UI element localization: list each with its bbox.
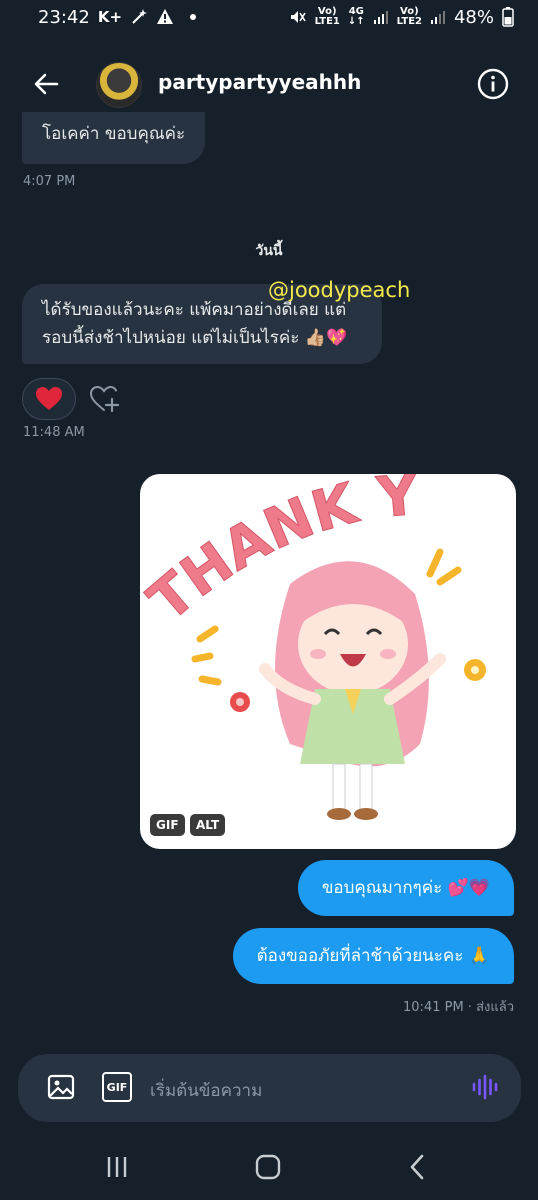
notification-dot-icon xyxy=(190,14,197,20)
info-icon[interactable] xyxy=(476,67,510,101)
gif-badge: GIF xyxy=(150,814,185,836)
received-message-line: รอบนี้ส่งช้าไปหน่อย แต่ไม่เป็นไรค่ะ 👍🏼💖 xyxy=(42,328,348,348)
home-icon[interactable] xyxy=(255,1154,281,1180)
back-nav-icon[interactable] xyxy=(405,1154,431,1180)
recent-apps-icon[interactable] xyxy=(104,1154,130,1180)
sent-message-text: ต้องขออภัยที่ล่าช้าด้วยนะคะ 🙏 xyxy=(256,946,490,966)
message-timestamp: 4:07 PM xyxy=(23,174,76,189)
signal-2-icon xyxy=(430,11,445,24)
received-message-bubble[interactable]: โอเคค่า ขอบคุณค่ะ xyxy=(22,112,206,164)
battery-icon xyxy=(502,7,514,27)
watermark-text: @joodypeach xyxy=(268,278,411,302)
sent-message-text: ขอบคุณมากๆค่ะ 💕💗 xyxy=(321,878,490,898)
system-navigation-bar xyxy=(0,1140,538,1200)
thank-you-sticker-image: THANK YOU xyxy=(140,474,486,820)
net-bottom: ↓↑ xyxy=(347,16,365,27)
wand-icon xyxy=(132,9,148,24)
warning-icon xyxy=(157,9,174,24)
heart-plus-icon[interactable] xyxy=(88,383,120,415)
avatar[interactable] xyxy=(96,62,142,108)
gif-button[interactable]: GIF xyxy=(102,1072,132,1102)
received-message-text: โอเคค่า ขอบคุณค่ะ xyxy=(42,124,186,144)
message-input[interactable]: เริ่มต้นข้อความ xyxy=(150,1077,262,1104)
battery-percent: 48% xyxy=(453,6,494,28)
sent-timestamp: 10:41 PM · ส่งแล้ว xyxy=(403,1000,514,1015)
carrier-icon: K+ xyxy=(97,8,123,26)
alt-badge[interactable]: ALT xyxy=(190,814,226,836)
lte2-bottom: LTE2 xyxy=(396,16,422,27)
lte1-indicator: Vo) LTE1 xyxy=(315,7,340,27)
conversation-username[interactable]: partypartyyeahhh xyxy=(158,70,361,94)
day-separator: วันนี้ xyxy=(255,243,283,259)
heart-icon xyxy=(36,387,62,410)
status-time: 23:42 xyxy=(38,6,90,28)
network-indicator: 4G ↓↑ xyxy=(348,7,365,27)
sent-message-bubble[interactable]: ขอบคุณมากๆค่ะ 💕💗 xyxy=(297,860,514,916)
gif-message[interactable]: THANK YOU xyxy=(140,474,516,849)
reaction-heart[interactable] xyxy=(22,378,76,420)
image-icon[interactable] xyxy=(46,1072,76,1102)
lte1-bottom: LTE1 xyxy=(314,16,340,27)
mute-icon xyxy=(290,11,306,23)
voice-wave-icon[interactable] xyxy=(470,1072,500,1102)
message-timestamp: 11:48 AM xyxy=(23,425,85,440)
lte2-indicator: Vo) LTE2 xyxy=(397,7,422,27)
signal-icon xyxy=(373,11,388,24)
gif-button-label: GIF xyxy=(106,1080,128,1094)
status-bar: 23:42 K+ Vo) LTE1 4G ↓↑ Vo) LTE2 48% xyxy=(0,0,538,34)
message-composer: GIF เริ่มต้นข้อความ xyxy=(18,1054,521,1122)
arrow-left-icon[interactable] xyxy=(30,68,62,100)
sent-message-bubble[interactable]: ต้องขออภัยที่ล่าช้าด้วยนะคะ 🙏 xyxy=(232,928,514,984)
conversation-header: partypartyyeahhh xyxy=(0,50,538,120)
